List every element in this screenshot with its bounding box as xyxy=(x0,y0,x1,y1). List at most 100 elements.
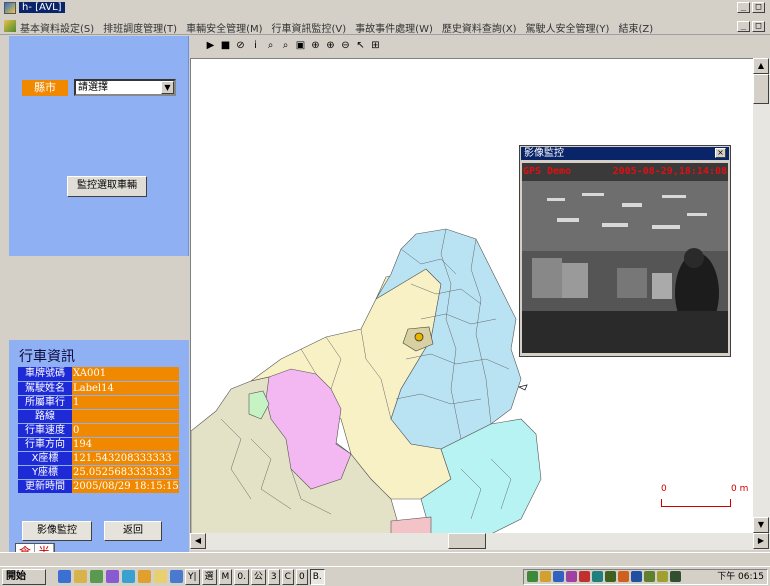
task-item[interactable]: Y| xyxy=(185,569,200,585)
security-icon[interactable] xyxy=(553,571,564,582)
info-label: Y座標 xyxy=(18,465,72,480)
network-icon[interactable] xyxy=(527,571,538,582)
back-button[interactable]: 返回 xyxy=(104,521,162,541)
minimize-button[interactable]: _ xyxy=(737,2,750,13)
input-icon[interactable] xyxy=(644,571,655,582)
city-select[interactable]: 請選擇 ▼ xyxy=(74,79,176,96)
scroll-left-icon[interactable]: ◀ xyxy=(190,533,206,549)
info-label: 車牌號碼 xyxy=(18,367,72,382)
table-row: 行車方向 194 xyxy=(18,437,179,452)
vehicle-info-title: 行車資訊 xyxy=(19,349,75,365)
menu-monitoring[interactable]: 行車資訊監控(V) xyxy=(272,20,347,35)
select-area-icon[interactable]: ⌕ xyxy=(279,39,292,52)
video-window-title[interactable]: 影像監控 × xyxy=(521,147,729,160)
display-icon[interactable] xyxy=(592,571,603,582)
monitor-icon[interactable] xyxy=(670,571,681,582)
zoom-box-icon[interactable]: ⊕ xyxy=(309,39,322,52)
vehicle-info-panel: 行車資訊 車牌號碼 XA001 駕駛姓名 Label14 所屬車行 1 路線 行車速度… xyxy=(9,340,189,552)
info-value: 194 xyxy=(72,437,179,452)
full-extent-icon[interactable]: ▣ xyxy=(294,39,307,52)
table-row: 所屬車行 1 xyxy=(18,395,179,410)
maximize-button[interactable]: □ xyxy=(752,2,765,13)
start-button[interactable]: 開始 xyxy=(2,569,46,585)
play-icon[interactable]: ▶ xyxy=(204,39,217,52)
desktop-icon[interactable] xyxy=(170,570,183,583)
menu-scheduling[interactable]: 排班調度管理(T) xyxy=(103,20,177,35)
tool-icon[interactable] xyxy=(106,570,119,583)
pan-icon[interactable]: ⊘ xyxy=(234,39,247,52)
video-monitor-window[interactable]: 影像監控 × GPS Demo 2005-08-29,18:14:08 xyxy=(519,145,731,357)
info-value: XA001 xyxy=(72,367,179,382)
vehicle-info-table: 車牌號碼 XA001 駕駛姓名 Label14 所屬車行 1 路線 行車速度 0 行車方… xyxy=(18,367,179,494)
query-icon[interactable]: ⌕ xyxy=(264,39,277,52)
city-select-value: 請選擇 xyxy=(78,82,108,93)
menu-history[interactable]: 歷史資料查詢(X) xyxy=(442,20,517,35)
info-icon[interactable]: i xyxy=(249,39,262,52)
table-row: 車牌號碼 XA001 xyxy=(18,367,179,382)
window-title-prefix: h- xyxy=(22,2,32,13)
child-minimize-button[interactable]: _ xyxy=(737,21,750,32)
search-panel: 縣市 請選擇 ▼ 監控選取車輛 xyxy=(9,36,189,256)
menu-basic-data[interactable]: 基本資料設定(S) xyxy=(20,20,94,35)
bluetooth-icon[interactable] xyxy=(631,571,642,582)
app-launch-icon[interactable] xyxy=(90,570,103,583)
city-label: 縣市 xyxy=(22,80,68,96)
globe-icon[interactable] xyxy=(122,570,135,583)
info-label: 所屬車行 xyxy=(18,395,72,410)
task-item[interactable]: M xyxy=(218,569,233,585)
table-row: Y座標 25.0525683333333 xyxy=(18,465,179,480)
explorer-icon[interactable] xyxy=(154,570,167,583)
task-item[interactable]: 0 xyxy=(295,569,308,585)
video-title-text: 影像監控 xyxy=(524,148,564,159)
chevron-down-icon[interactable]: ▼ xyxy=(161,81,174,94)
video-overlay-label: GPS Demo xyxy=(523,166,572,177)
vertical-scroll-thumb[interactable] xyxy=(753,74,769,104)
scale-unit-label: 0 m xyxy=(731,484,749,494)
connection-icon[interactable] xyxy=(605,571,616,582)
tray-app-icon[interactable] xyxy=(566,571,577,582)
video-monitor-button[interactable]: 影像監控 xyxy=(22,521,92,541)
close-icon[interactable]: × xyxy=(715,148,726,158)
info-label: 駕駛姓名 xyxy=(18,381,72,396)
keyboard-icon[interactable] xyxy=(657,571,668,582)
horizontal-scroll-thumb[interactable] xyxy=(448,533,486,549)
info-value: 2005/08/29 18:15:15 xyxy=(72,479,179,494)
task-item[interactable]: 0. xyxy=(234,569,249,585)
menu-exit[interactable]: 結束(Z) xyxy=(618,20,653,35)
menu-vehicle-safety[interactable]: 車輛安全管理(M) xyxy=(186,20,262,35)
info-label: 路線 xyxy=(18,409,72,424)
status-bar xyxy=(0,552,770,565)
map-horizontal-scrollbar[interactable]: ◀ ▶ xyxy=(190,533,770,550)
info-value: 121.543208333333 xyxy=(72,451,179,466)
task-item[interactable]: 3 xyxy=(267,569,280,585)
menu-driver-safety[interactable]: 駕駛人安全管理(Y) xyxy=(526,20,610,35)
child-maximize-button[interactable]: □ xyxy=(752,21,765,32)
system-tray: 下午 06:15 xyxy=(523,569,768,585)
task-item[interactable]: 選 xyxy=(201,569,217,585)
scroll-up-icon[interactable]: ▲ xyxy=(753,58,769,74)
task-item[interactable]: 公 xyxy=(250,569,266,585)
map-vertical-scrollbar[interactable]: ▲ ▼ xyxy=(753,58,770,533)
task-item-active[interactable]: B. xyxy=(309,569,325,585)
speaker-icon[interactable] xyxy=(540,571,551,582)
zoom-in-icon[interactable]: ⊕ xyxy=(324,39,337,52)
info-label: 行車方向 xyxy=(18,437,72,452)
scroll-right-icon[interactable]: ▶ xyxy=(753,533,769,549)
menu-bar: 基本資料設定(S) 排班調度管理(T) 車輛安全管理(M) 行車資訊監控(V) … xyxy=(0,17,770,35)
update-icon[interactable] xyxy=(618,571,629,582)
pointer-icon[interactable]: ↖ xyxy=(354,39,367,52)
measure-icon[interactable]: ⊞ xyxy=(369,39,382,52)
scroll-down-icon[interactable]: ▼ xyxy=(753,517,769,533)
folder-icon[interactable] xyxy=(74,570,87,583)
menu-incident[interactable]: 事故事件處理(W) xyxy=(355,20,433,35)
monitor-selected-vehicle-button[interactable]: 監控選取車輛 xyxy=(67,176,147,197)
clock: 下午 06:15 xyxy=(717,572,764,582)
media-icon[interactable] xyxy=(138,570,151,583)
video-timestamp: 2005-08-29,18:14:08 xyxy=(612,166,727,177)
info-value: 0 xyxy=(72,423,179,438)
zoom-out-icon[interactable]: ⊖ xyxy=(339,39,352,52)
stop-icon[interactable]: ■ xyxy=(219,39,232,52)
browser-icon[interactable] xyxy=(58,570,71,583)
task-item[interactable]: C xyxy=(281,569,294,585)
antivirus-icon[interactable] xyxy=(579,571,590,582)
